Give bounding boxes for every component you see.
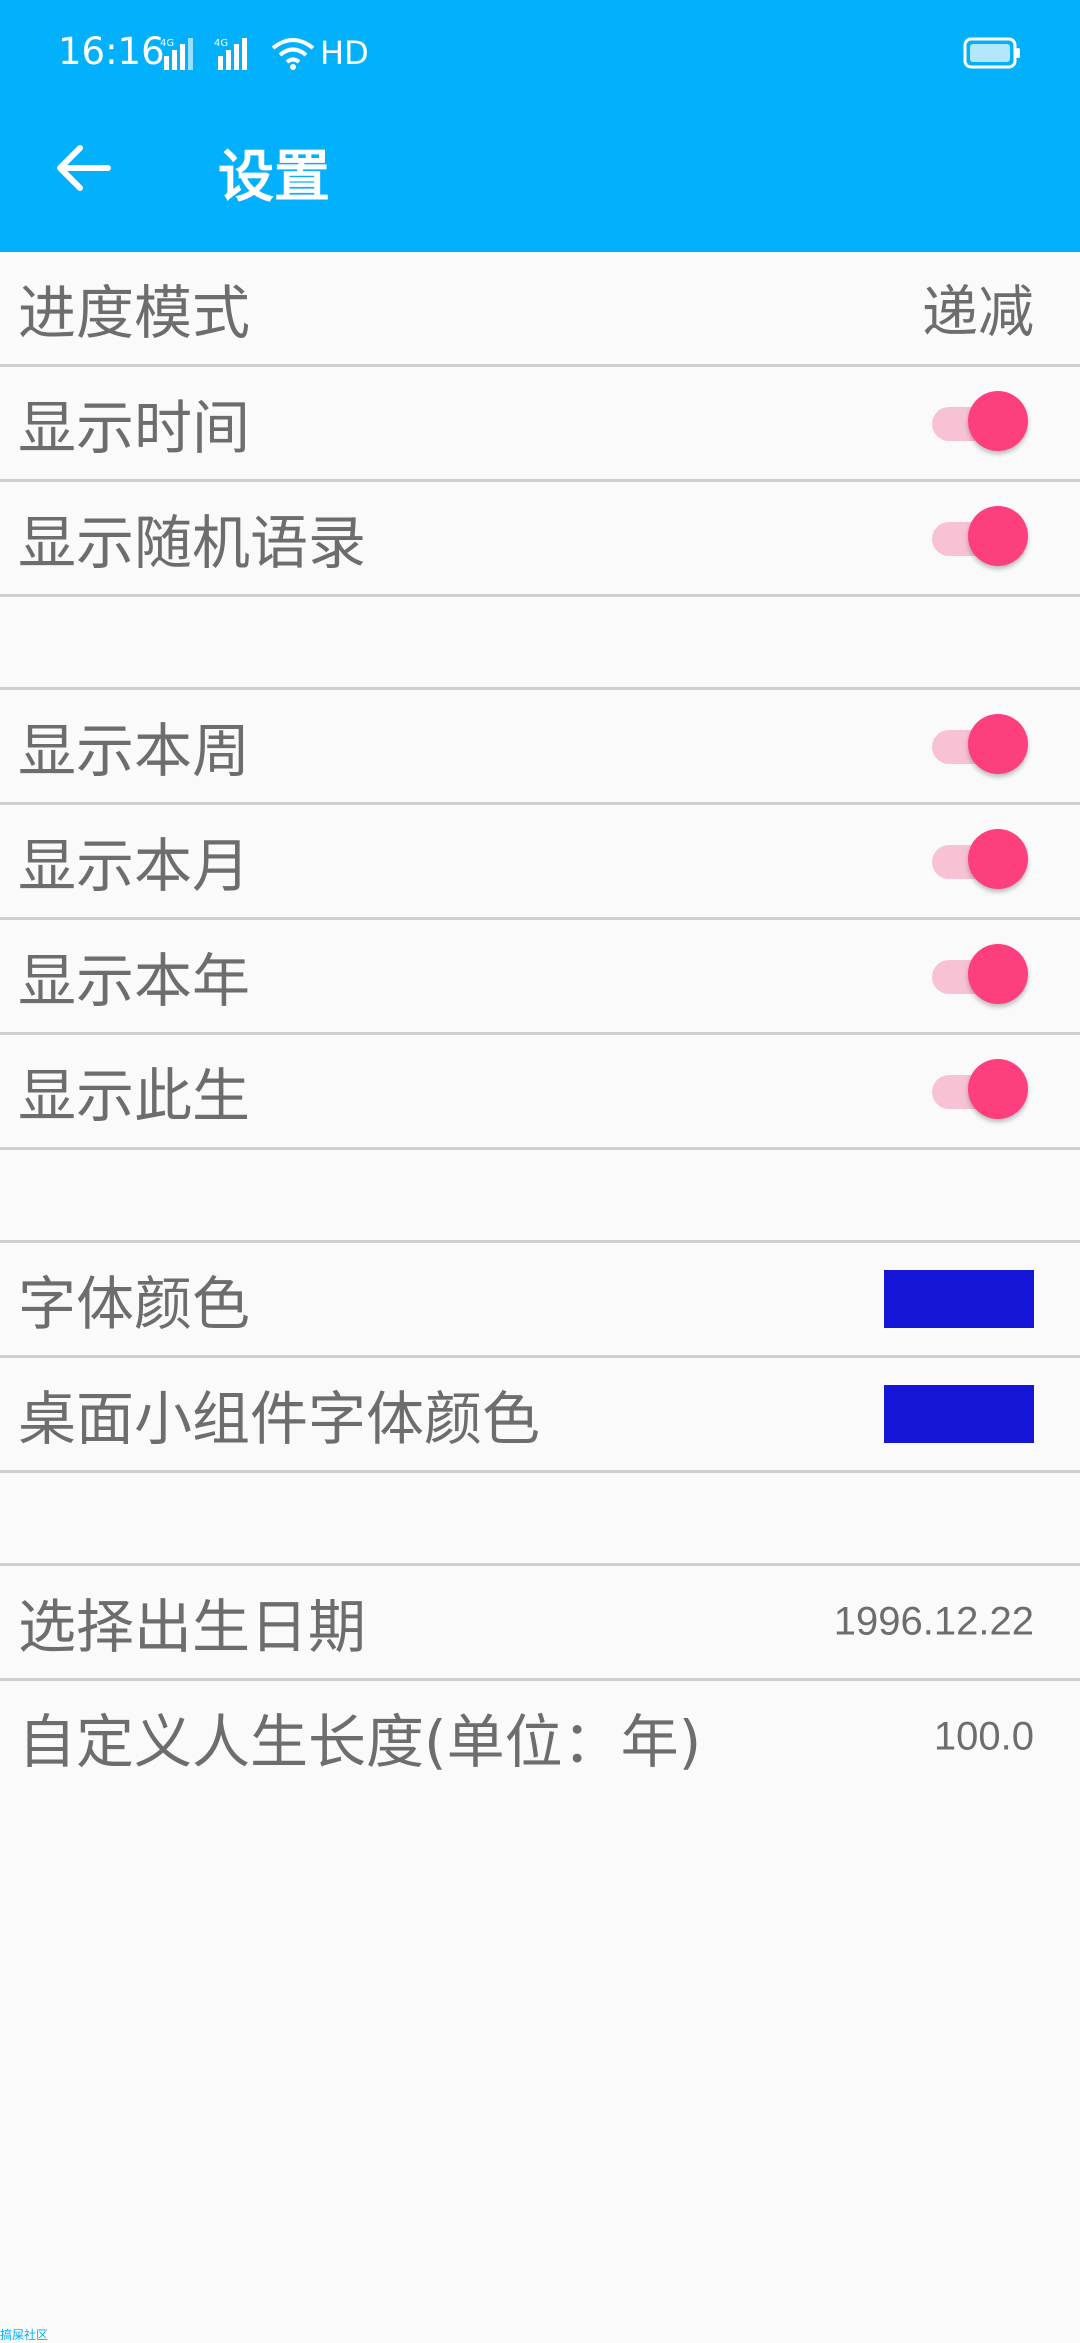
section-divider [0,1150,1080,1243]
settings-list: 进度模式 递减 显示时间 显示随机语录 显示本周 显示本月 显示本年 显示此生 … [0,252,1080,1793]
life-length-label: 自定义人生长度(单位：年) [18,1708,702,1776]
svg-text:4G: 4G [160,38,174,49]
wifi-icon [271,38,315,70]
widget-font-color-row[interactable]: 桌面小组件字体颜色 [0,1358,1080,1473]
show-month-switch[interactable] [928,829,1028,893]
hd-label: HD [320,34,369,72]
svg-text:4G: 4G [214,38,228,49]
status-bar: 16:16 4G 4G HD [0,0,1080,108]
show-week-switch[interactable] [928,714,1028,778]
back-arrow-icon[interactable] [50,138,120,198]
life-length-value: 100.0 [933,1714,1034,1759]
show-week-row: 显示本周 [0,690,1080,805]
signal-icon-2: 4G [214,38,247,70]
app-bar: 16:16 4G 4G HD 设置 [0,0,1080,252]
status-time: 16:16 [58,30,165,73]
birth-date-label: 选择出生日期 [18,1593,367,1661]
widget-font-color-label: 桌面小组件字体颜色 [18,1385,541,1453]
font-color-swatch[interactable] [884,1270,1034,1328]
progress-mode-value: 递减 [922,280,1034,346]
widget-font-color-swatch[interactable] [884,1385,1034,1443]
font-color-label: 字体颜色 [18,1270,251,1338]
show-life-label: 显示此生 [18,1062,251,1130]
show-quote-switch[interactable] [928,506,1028,570]
section-divider [0,597,1080,690]
show-life-row: 显示此生 [0,1035,1080,1150]
show-life-switch[interactable] [928,1059,1028,1123]
show-year-switch[interactable] [928,944,1028,1008]
show-quote-label: 显示随机语录 [18,509,367,577]
watermark-text: 搞屎社区 [0,2328,49,2342]
show-time-row: 显示时间 [0,367,1080,482]
show-month-row: 显示本月 [0,805,1080,920]
signal-icon: 4G [160,38,193,70]
show-year-row: 显示本年 [0,920,1080,1035]
show-quote-row: 显示随机语录 [0,482,1080,597]
life-length-row[interactable]: 自定义人生长度(单位：年) 100.0 [0,1681,1080,1793]
battery-icon [963,37,1020,69]
birth-date-row[interactable]: 选择出生日期 1996.12.22 [0,1566,1080,1681]
show-time-switch[interactable] [928,391,1028,455]
page-title: 设置 [218,145,330,210]
section-divider [0,1473,1080,1566]
birth-date-value: 1996.12.22 [833,1599,1034,1644]
progress-mode-row[interactable]: 进度模式 递减 [0,252,1080,367]
progress-mode-label: 进度模式 [18,279,251,347]
show-month-label: 显示本月 [18,832,251,900]
show-year-label: 显示本年 [18,947,251,1015]
show-time-label: 显示时间 [18,394,251,462]
font-color-row[interactable]: 字体颜色 [0,1243,1080,1358]
show-week-label: 显示本周 [18,717,251,785]
